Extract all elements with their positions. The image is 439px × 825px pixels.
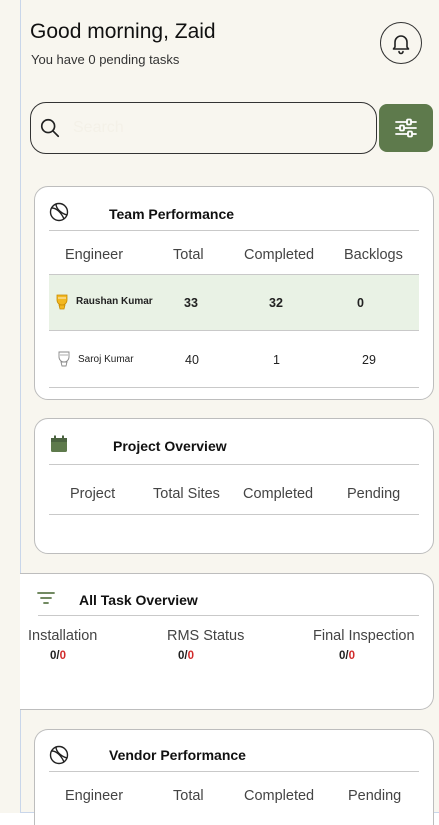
filter-lines-icon bbox=[37, 592, 55, 604]
column-header-completed: Completed bbox=[244, 788, 315, 804]
divider bbox=[49, 230, 419, 231]
divider bbox=[49, 464, 419, 465]
pending-tasks-subtitle: You have 0 pending tasks bbox=[31, 52, 180, 67]
team-performance-card: Team Performance Engineer Total Complete… bbox=[34, 186, 434, 400]
task-count-final-inspection: 0/0 bbox=[339, 650, 356, 662]
completed-value: 32 bbox=[269, 296, 283, 310]
engineer-name: Raushan Kumar bbox=[76, 296, 153, 307]
column-header-backlogs: Backlogs bbox=[344, 247, 403, 263]
column-header-engineer: Engineer bbox=[65, 247, 124, 263]
task-count-rms-status: 0/0 bbox=[178, 650, 195, 662]
divider bbox=[49, 514, 419, 515]
column-header-project: Project bbox=[70, 486, 116, 502]
all-task-overview-title: All Task Overview bbox=[79, 592, 198, 608]
backlogs-value: 29 bbox=[362, 353, 376, 367]
ball-icon bbox=[49, 745, 69, 765]
divider bbox=[38, 615, 419, 616]
silver-trophy-icon bbox=[58, 351, 70, 367]
notifications-button[interactable] bbox=[380, 22, 422, 64]
total-value: 40 bbox=[185, 353, 199, 367]
search-icon bbox=[40, 118, 60, 138]
column-header-pending: Pending bbox=[348, 788, 402, 804]
column-header-total: Total bbox=[173, 247, 204, 263]
project-overview-card: Project Overview Project Total Sites Com… bbox=[34, 418, 434, 554]
search-input[interactable] bbox=[73, 119, 353, 137]
ball-icon bbox=[49, 202, 69, 222]
column-header-pending: Pending bbox=[347, 486, 401, 502]
backlogs-value: 0 bbox=[357, 296, 364, 310]
divider bbox=[49, 330, 419, 331]
total-value: 33 bbox=[184, 296, 198, 310]
column-header-total-sites: Total Sites bbox=[153, 486, 220, 502]
completed-value: 1 bbox=[273, 353, 280, 367]
calendar-icon bbox=[51, 435, 67, 452]
engineer-name: Saroj Kumar bbox=[78, 354, 134, 365]
column-header-completed: Completed bbox=[243, 486, 314, 502]
column-header-engineer: Engineer bbox=[65, 788, 124, 804]
divider bbox=[49, 387, 419, 388]
column-header-completed: Completed bbox=[244, 247, 315, 263]
column-header-total: Total bbox=[173, 788, 204, 804]
task-count-installation: 0/0 bbox=[50, 650, 67, 662]
vendor-performance-title: Vendor Performance bbox=[109, 747, 246, 763]
divider bbox=[49, 771, 419, 772]
task-label-final-inspection: Final Inspection bbox=[313, 628, 415, 644]
team-performance-title: Team Performance bbox=[109, 206, 235, 222]
all-task-overview-card: All Task Overview Installation 0/0 RMS S… bbox=[20, 573, 434, 710]
sliders-icon bbox=[395, 118, 417, 138]
search-bar[interactable] bbox=[30, 102, 377, 154]
bell-icon bbox=[392, 35, 410, 55]
task-label-installation: Installation bbox=[28, 628, 98, 644]
greeting-title: Good morning, Zaid bbox=[30, 20, 216, 43]
project-overview-title: Project Overview bbox=[113, 438, 227, 454]
task-label-rms-status: RMS Status bbox=[167, 628, 245, 644]
filter-settings-button[interactable] bbox=[379, 104, 433, 152]
app-screen: Good morning, Zaid You have 0 pending ta… bbox=[0, 0, 439, 825]
vendor-performance-card: Vendor Performance Engineer Total Comple… bbox=[34, 729, 434, 825]
gold-trophy-icon bbox=[56, 294, 68, 310]
